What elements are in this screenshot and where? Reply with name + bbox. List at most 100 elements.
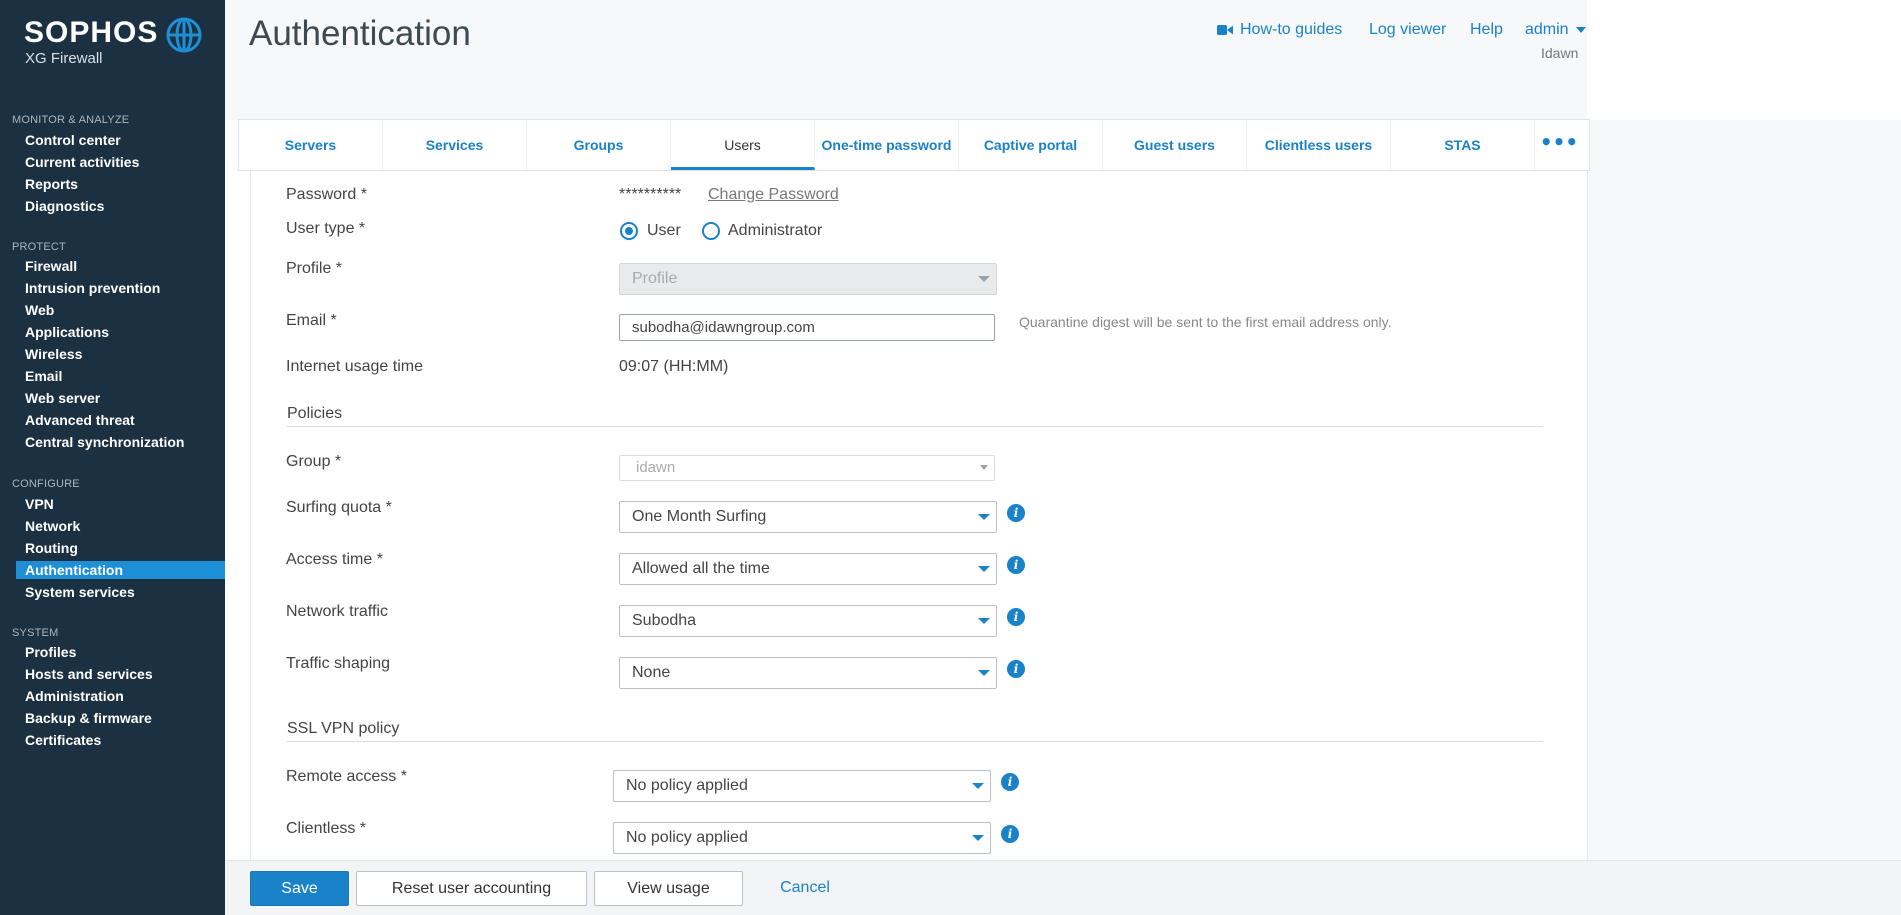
nav-item-hosts-and-services[interactable]: Hosts and services bbox=[16, 665, 225, 683]
tab-captive-portal[interactable]: Captive portal bbox=[959, 120, 1103, 170]
more-dots-icon[interactable]: ••• bbox=[1529, 120, 1589, 170]
user-type-administrator-radio[interactable] bbox=[702, 222, 720, 240]
clientless-select[interactable]: No policy applied bbox=[613, 822, 991, 854]
internet-usage-label: Internet usage time bbox=[286, 358, 423, 375]
nav-item-profiles[interactable]: Profiles bbox=[16, 643, 225, 661]
change-password-link[interactable]: Change Password bbox=[708, 186, 839, 204]
admin-menu[interactable]: admin bbox=[1525, 21, 1587, 39]
nav-item-web-server[interactable]: Web server bbox=[16, 389, 225, 407]
video-camera-icon bbox=[1217, 25, 1233, 35]
nav-item-web[interactable]: Web bbox=[16, 301, 225, 319]
log-viewer-link[interactable]: Log viewer bbox=[1369, 21, 1446, 39]
cancel-button[interactable]: Cancel bbox=[765, 871, 845, 906]
clientless-label: Clientless * bbox=[286, 820, 367, 837]
view-usage-button[interactable]: View usage bbox=[594, 871, 743, 906]
help-link[interactable]: Help bbox=[1470, 21, 1503, 39]
info-icon[interactable]: i bbox=[1001, 825, 1019, 843]
network-traffic-select[interactable]: Subodha bbox=[619, 605, 997, 637]
nav-item-vpn[interactable]: VPN bbox=[16, 495, 225, 513]
nav-item-routing[interactable]: Routing bbox=[16, 539, 225, 557]
network-traffic-value: Subodha bbox=[632, 612, 697, 629]
email-label: Email * bbox=[286, 312, 337, 329]
nav-item-certificates[interactable]: Certificates bbox=[16, 731, 225, 749]
tab-clientless-users[interactable]: Clientless users bbox=[1247, 120, 1391, 170]
remote-access-select[interactable]: No policy applied bbox=[613, 770, 991, 802]
password-label: Password * bbox=[286, 186, 367, 203]
how-to-guides-link[interactable]: How-to guides bbox=[1240, 21, 1342, 39]
surfing-quota-value: One Month Surfing bbox=[632, 508, 767, 525]
nav-item-reports[interactable]: Reports bbox=[16, 175, 225, 193]
nav-item-intrusion-prevention[interactable]: Intrusion prevention bbox=[16, 279, 225, 297]
email-field[interactable]: subodha@idawngroup.com bbox=[619, 314, 995, 341]
tab-groups[interactable]: Groups bbox=[527, 120, 671, 170]
user-type-administrator-label: Administrator bbox=[728, 222, 823, 239]
password-value: ********** bbox=[619, 186, 682, 203]
chevron-down-icon bbox=[978, 618, 990, 624]
group-select: idawn bbox=[619, 455, 995, 481]
chevron-down-icon bbox=[978, 566, 990, 572]
user-type-label: User type * bbox=[286, 220, 366, 237]
traffic-shaping-label: Traffic shaping bbox=[286, 655, 391, 672]
internet-usage-value: 09:07 (HH:MM) bbox=[619, 358, 729, 375]
reset-user-accounting-button[interactable]: Reset user accounting bbox=[356, 871, 587, 906]
chevron-down-icon bbox=[978, 670, 990, 676]
nav-item-advanced-threat[interactable]: Advanced threat bbox=[16, 411, 225, 429]
nav-item-authentication[interactable]: Authentication bbox=[16, 561, 225, 579]
email-hint: Quarantine digest will be sent to the fi… bbox=[1019, 314, 1392, 330]
email-field-value: subodha@idawngroup.com bbox=[632, 319, 815, 336]
nav-section-configure: CONFIGURE bbox=[12, 478, 80, 490]
traffic-shaping-select[interactable]: None bbox=[619, 657, 997, 689]
ssl-vpn-section-title: SSL VPN policy bbox=[287, 720, 400, 737]
user-type-user-label: User bbox=[647, 222, 681, 239]
tab-guest-users[interactable]: Guest users bbox=[1103, 120, 1247, 170]
nav-item-administration[interactable]: Administration bbox=[16, 687, 225, 705]
tab-services[interactable]: Services bbox=[383, 120, 527, 170]
save-button[interactable]: Save bbox=[250, 871, 349, 906]
tab-one-time-password[interactable]: One-time password bbox=[815, 120, 959, 170]
nav-item-network[interactable]: Network bbox=[16, 517, 225, 535]
info-icon[interactable]: i bbox=[1007, 660, 1025, 678]
brand-name: SOPHOS bbox=[24, 16, 159, 49]
nav-section-protect: PROTECT bbox=[12, 241, 66, 253]
chevron-down-icon bbox=[978, 514, 990, 520]
nav-item-applications[interactable]: Applications bbox=[16, 323, 225, 341]
tab-bar: Servers Services Groups Users One-time p… bbox=[238, 119, 1590, 171]
brand-product: XG Firewall bbox=[25, 50, 103, 67]
nav-item-firewall[interactable]: Firewall bbox=[16, 257, 225, 275]
brand-logo[interactable]: SOPHOS XG Firewall bbox=[24, 16, 204, 72]
profile-select-value: Profile bbox=[632, 270, 678, 287]
surfing-quota-select[interactable]: One Month Surfing bbox=[619, 501, 997, 533]
nav-item-control-center[interactable]: Control center bbox=[16, 131, 225, 149]
nav-section-monitor: MONITOR & ANALYZE bbox=[12, 114, 130, 126]
page-title: Authentication bbox=[249, 14, 471, 53]
nav-section-system: SYSTEM bbox=[12, 627, 59, 639]
nav-item-backup-firmware[interactable]: Backup & firmware bbox=[16, 709, 225, 727]
tab-users[interactable]: Users bbox=[671, 120, 815, 170]
org-name: Idawn bbox=[1541, 45, 1579, 61]
nav-item-system-services[interactable]: System services bbox=[16, 583, 225, 601]
right-gutter bbox=[1588, 120, 1901, 860]
surfing-quota-label: Surfing quota * bbox=[286, 499, 392, 516]
nav-item-central-synchronization[interactable]: Central synchronization bbox=[16, 433, 225, 451]
remote-access-value: No policy applied bbox=[626, 777, 748, 794]
form-footer: Save Reset user accounting View usage Ca… bbox=[225, 860, 1901, 915]
globe-icon bbox=[166, 17, 202, 53]
info-icon[interactable]: i bbox=[1007, 556, 1025, 574]
network-traffic-label: Network traffic bbox=[286, 603, 388, 620]
clientless-value: No policy applied bbox=[626, 829, 748, 846]
group-select-value: idawn bbox=[636, 459, 676, 476]
tab-stas[interactable]: STAS bbox=[1391, 120, 1535, 170]
tab-servers[interactable]: Servers bbox=[239, 120, 383, 170]
info-icon[interactable]: i bbox=[1007, 608, 1025, 626]
profile-select: Profile bbox=[619, 263, 997, 295]
info-icon[interactable]: i bbox=[1007, 504, 1025, 522]
nav-item-current-activities[interactable]: Current activities bbox=[16, 153, 225, 171]
nav-item-wireless[interactable]: Wireless bbox=[16, 345, 225, 363]
nav-item-email[interactable]: Email bbox=[16, 367, 225, 385]
group-label: Group * bbox=[286, 453, 342, 470]
nav-item-diagnostics[interactable]: Diagnostics bbox=[16, 197, 225, 215]
info-icon[interactable]: i bbox=[1001, 773, 1019, 791]
access-time-select[interactable]: Allowed all the time bbox=[619, 553, 997, 585]
user-type-user-radio[interactable] bbox=[620, 222, 638, 240]
policies-section-title: Policies bbox=[287, 405, 343, 422]
